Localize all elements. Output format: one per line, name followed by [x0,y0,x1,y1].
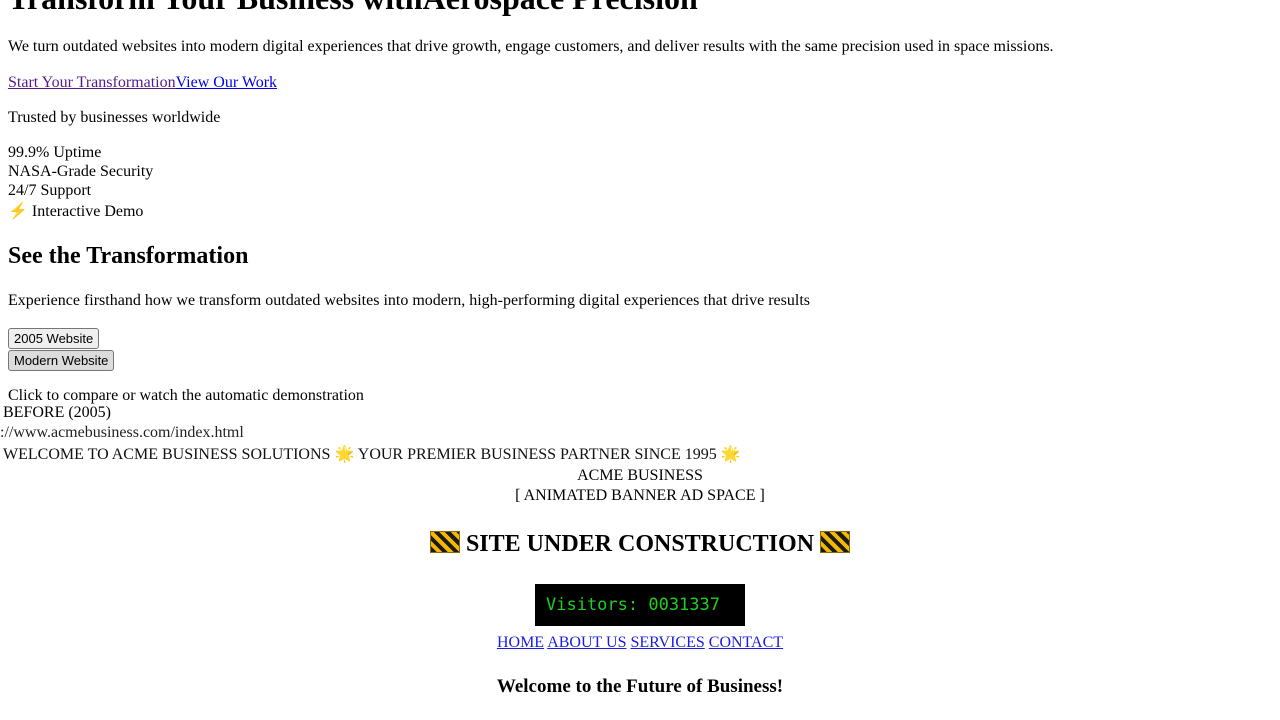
under-construction-heading: SITE UNDER CONSTRUCTION [0,528,1280,560]
hero-title: Transform Your Business withAerospace Pr… [8,0,698,18]
old-website-preview: p://www.acmebusiness.com/index.html WELC… [0,422,1280,720]
transformation-description: Experience firsthand how we transform ou… [8,292,810,309]
lightning-icon: ⚡ [8,203,28,220]
visitor-counter: Visitors: 0031337 [535,584,745,626]
stat-security: NASA-Grade Security [8,163,154,180]
old-nav-services[interactable]: SERVICES [630,634,704,651]
construction-text: SITE UNDER CONSTRUCTION [465,531,815,557]
star-icon: 🌟 [720,446,741,463]
before-label: BEFORE (2005) [3,404,111,421]
marquee-text-right: YOUR PREMIER BUSINESS PARTNER SINCE 1995 [357,446,717,463]
interactive-demo-badge: ⚡ Interactive Demo [8,202,143,222]
stat-support: 24/7 Support [8,182,92,199]
construction-icon [820,531,851,553]
view-work-link[interactable]: View Our Work [176,74,277,91]
old-site-company: ACME BUSINESS [577,467,703,484]
old-site-banner-ad: [ ANIMATED BANNER AD SPACE ] [515,487,765,504]
website-2005-button[interactable]: 2005 Website [8,328,100,349]
start-transformation-link[interactable]: Start Your Transformation [8,74,176,91]
old-site-welcome: Welcome to the Future of Business! [496,676,784,697]
demo-badge-label: Interactive Demo [31,203,144,220]
old-site-nav: HOME ABOUT US SERVICES CONTACT [0,633,1280,653]
old-nav-contact[interactable]: CONTACT [709,634,783,651]
stats-list: 99.9% Uptime NASA-Grade Security 24/7 Su… [8,143,153,200]
old-nav-home[interactable]: HOME [497,634,544,651]
hero-cta-group: Start Your TransformationView Our Work [8,73,277,92]
old-site-url: p://www.acmebusiness.com/index.html [0,424,244,441]
old-nav-about[interactable]: ABOUT US [547,634,626,651]
trusted-text: Trusted by businesses worldwide [8,109,221,126]
marquee-text-left: WELCOME TO ACME BUSINESS SOLUTIONS [3,446,331,463]
transformation-title: See the Transformation [8,243,249,269]
hero-subtitle: We turn outdated websites into modern di… [8,38,1054,55]
old-site-marquee: WELCOME TO ACME BUSINESS SOLUTIONS 🌟 YOU… [3,445,741,465]
version-toggle: 2005 Website Modern Website [8,328,115,372]
star-icon: 🌟 [334,446,355,463]
stat-uptime: 99.9% Uptime [8,144,102,161]
modern-website-button[interactable]: Modern Website [8,350,115,371]
construction-icon [429,531,460,553]
